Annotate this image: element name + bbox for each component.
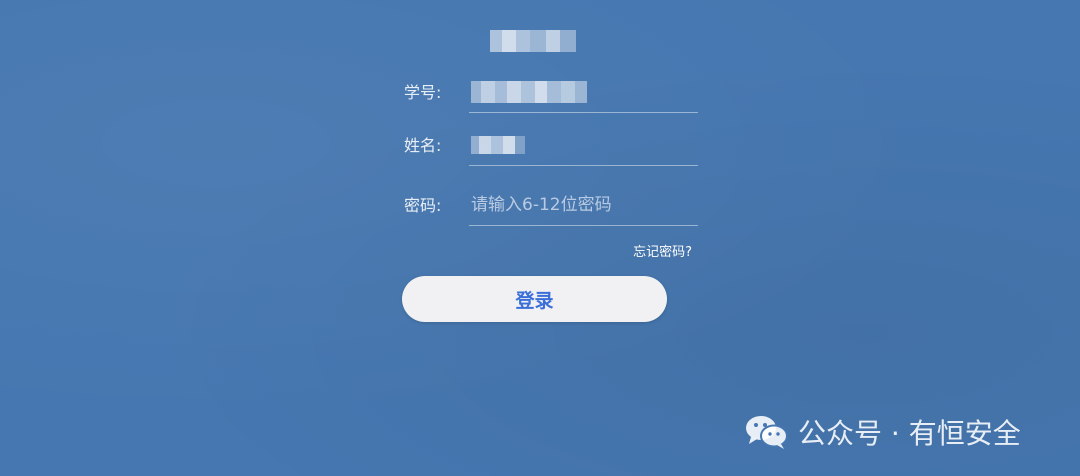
- name-label: 姓名:: [404, 136, 442, 155]
- student-id-input[interactable]: [469, 73, 698, 111]
- login-page: 学号: 姓名: 密码: 忘记密码? 登录 公众号 · 有恒安全: [0, 0, 1080, 476]
- forgot-password-link[interactable]: 忘记密码?: [600, 241, 692, 260]
- student-id-field-wrap: [469, 73, 698, 113]
- student-id-row: 学号:: [402, 73, 698, 113]
- login-button[interactable]: 登录: [402, 276, 667, 322]
- name-row: 姓名:: [402, 126, 698, 166]
- password-label: 密码:: [404, 196, 442, 215]
- name-field-wrap: [469, 126, 698, 166]
- watermark-text: 公众号 · 有恒安全: [798, 417, 1021, 450]
- redacted-header: [490, 30, 576, 52]
- name-input[interactable]: [469, 126, 698, 164]
- watermark: 公众号 · 有恒安全: [744, 410, 1021, 454]
- student-id-label: 学号:: [404, 83, 442, 102]
- password-field-wrap: [469, 186, 698, 226]
- wechat-icon: [746, 416, 788, 449]
- password-row: 密码:: [402, 186, 698, 226]
- password-input[interactable]: [469, 186, 698, 224]
